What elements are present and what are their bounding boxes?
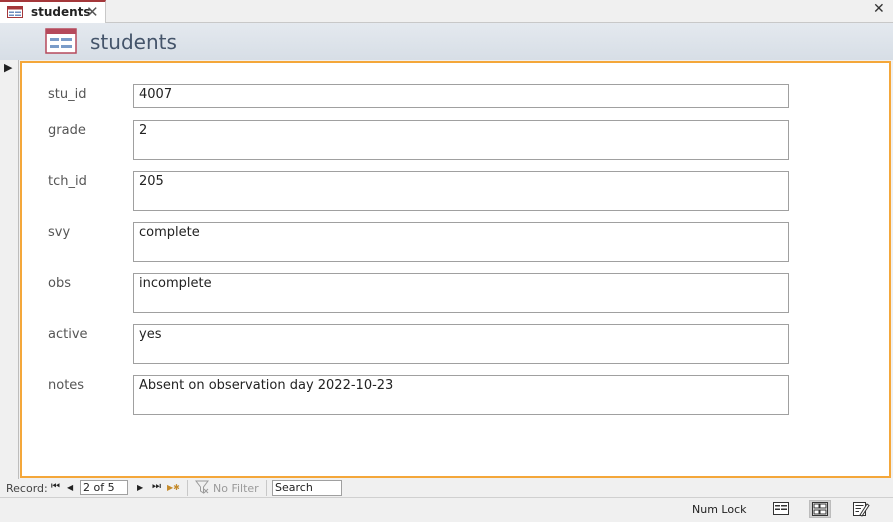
divider [187, 480, 188, 496]
tab-label: students [31, 5, 91, 19]
previous-record-icon[interactable]: ◀ [67, 483, 73, 492]
form-icon [45, 28, 77, 54]
form-view-icon [773, 502, 789, 515]
field-label-obs: obs [48, 276, 71, 291]
field-label-tch-id: tch_id [48, 174, 87, 189]
tab-students[interactable]: students ✕ [0, 0, 106, 24]
layout-view-button[interactable] [809, 500, 831, 518]
record-selector[interactable]: ▶ [0, 60, 19, 479]
new-record-icon[interactable]: ▶✱ [167, 483, 180, 492]
layout-view-icon [812, 502, 828, 516]
record-navigation-bar: Record: ⏮ ◀ 2 of 5 ▶ ⏭ ▶✱ No Filter Sear… [0, 479, 893, 497]
divider [266, 480, 267, 496]
document-tab-strip: students ✕ ✕ [0, 0, 893, 24]
form-view-button[interactable] [770, 500, 792, 518]
design-view-icon [853, 502, 870, 517]
form-icon [7, 6, 23, 18]
field-label-svy: svy [48, 225, 71, 240]
current-record-icon: ▶ [4, 61, 13, 74]
first-record-icon[interactable]: ⏮ [51, 481, 60, 492]
funnel-icon [195, 480, 209, 494]
form-title: students [90, 30, 177, 54]
status-bar: Num Lock [0, 497, 893, 521]
svy-field[interactable]: complete [133, 222, 789, 262]
close-tab-icon[interactable]: ✕ [86, 3, 99, 21]
form-detail: stu_id 4007 grade 2 tch_id 205 svy compl… [20, 61, 891, 478]
field-value: complete [139, 225, 200, 240]
current-record-input[interactable]: 2 of 5 [80, 480, 128, 495]
next-record-icon[interactable]: ▶ [137, 483, 143, 492]
no-filter-button[interactable]: No Filter [213, 482, 259, 495]
search-input[interactable]: Search [272, 480, 342, 496]
design-view-button[interactable] [850, 500, 872, 518]
field-value: yes [139, 327, 162, 342]
field-label-notes: notes [48, 378, 85, 393]
field-label-active: active [48, 327, 88, 342]
field-label-grade: grade [48, 123, 86, 138]
active-field[interactable]: yes [133, 324, 789, 364]
tch-id-field[interactable]: 205 [133, 171, 789, 211]
field-value: 4007 [139, 87, 173, 102]
notes-field[interactable]: Absent on observation day 2022-10-23 [133, 375, 789, 415]
last-record-icon[interactable]: ⏭ [152, 481, 161, 492]
stu-id-field[interactable]: 4007 [133, 84, 789, 108]
field-value: 205 [139, 174, 164, 189]
form-header: students [0, 23, 893, 60]
field-value: incomplete [139, 276, 212, 291]
field-label-stu-id: stu_id [48, 87, 87, 102]
grade-field[interactable]: 2 [133, 120, 789, 160]
num-lock-indicator: Num Lock [692, 503, 747, 516]
obs-field[interactable]: incomplete [133, 273, 789, 313]
field-value: 2 [139, 123, 148, 138]
record-label: Record: [6, 482, 48, 495]
close-icon[interactable]: ✕ [873, 1, 885, 17]
field-value: Absent on observation day 2022-10-23 [139, 378, 394, 393]
